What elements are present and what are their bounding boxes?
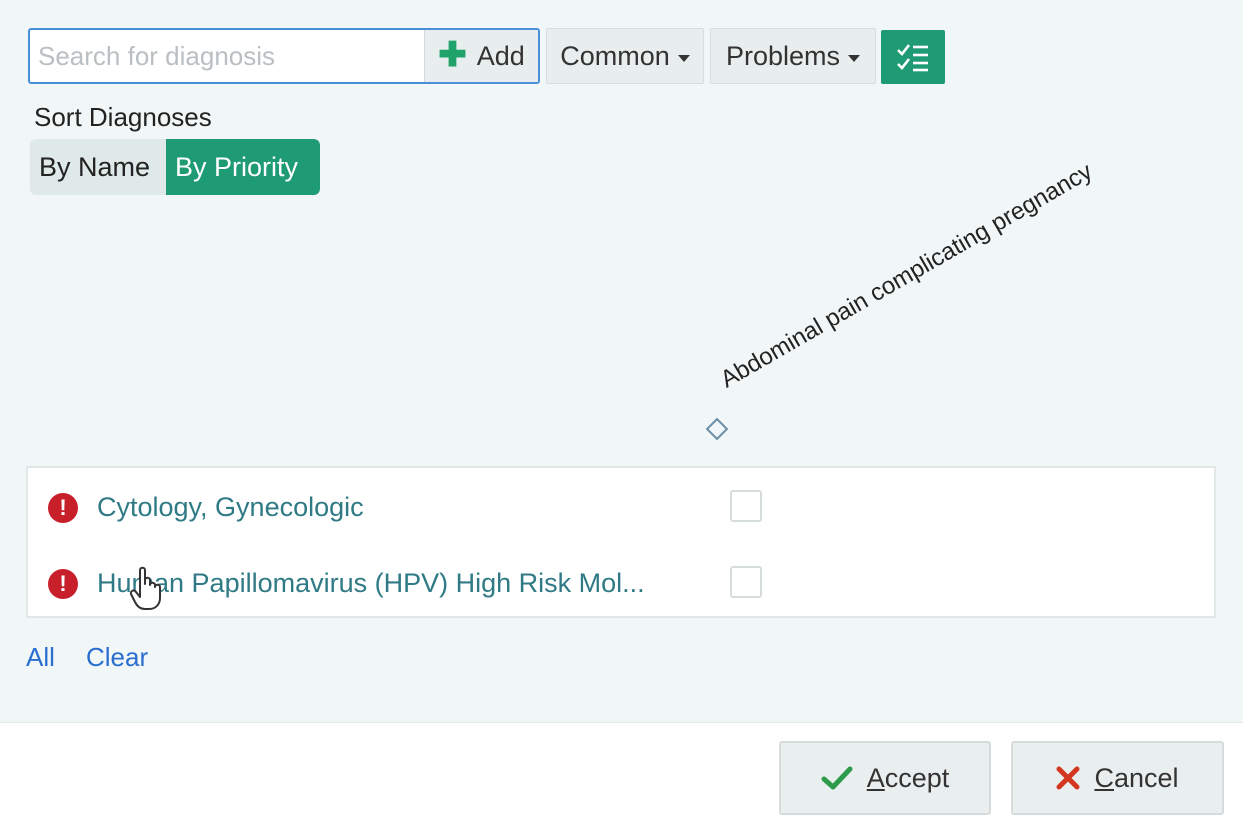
accept-button[interactable]: Accept bbox=[779, 741, 991, 815]
caret-down-icon bbox=[848, 54, 861, 62]
sort-by-name-button[interactable]: By Name bbox=[30, 139, 166, 195]
diagnosis-checkbox[interactable] bbox=[730, 490, 762, 522]
table-row: ! Cytology, Gynecologic bbox=[48, 488, 1198, 528]
accept-label: Accept bbox=[867, 763, 950, 794]
close-icon bbox=[1056, 766, 1080, 790]
cancel-label: Cancel bbox=[1094, 763, 1178, 794]
cancel-button[interactable]: Cancel bbox=[1011, 741, 1224, 815]
diamond-icon[interactable] bbox=[705, 417, 729, 441]
diagnosis-search-input[interactable] bbox=[30, 30, 424, 82]
diagnosis-name[interactable]: Human Papillomavirus (HPV) High Risk Mol… bbox=[97, 568, 645, 599]
problems-label: Problems bbox=[725, 40, 841, 71]
diagnosis-table: ! Cytology, Gynecologic ! Human Papillom… bbox=[26, 466, 1216, 618]
accept-hotkey-letter: A bbox=[866, 762, 885, 793]
check-icon bbox=[821, 766, 853, 790]
dialog-footer: Accept Cancel bbox=[0, 722, 1243, 817]
cancel-label-rest: ancel bbox=[1113, 762, 1179, 793]
problems-dropdown[interactable]: Problems bbox=[710, 28, 876, 84]
plus-icon: ✚ bbox=[438, 35, 467, 74]
add-label: Add bbox=[476, 40, 525, 71]
column-header-diagnosis: Abdominal pain complicating pregnancy bbox=[716, 157, 1097, 394]
search-group: ✚ Add bbox=[28, 28, 540, 84]
common-label: Common bbox=[560, 40, 670, 71]
diagnosis-panel: ✚ Add Common Problems Sort Diagnoses By … bbox=[0, 0, 1243, 722]
hand-cursor-icon bbox=[129, 566, 161, 610]
alert-icon: ! bbox=[48, 493, 78, 523]
accept-label-rest: ccept bbox=[884, 762, 950, 793]
checklist-button[interactable] bbox=[881, 30, 945, 84]
alert-icon: ! bbox=[48, 569, 78, 599]
select-all-link[interactable]: All bbox=[26, 642, 55, 673]
diagnosis-name[interactable]: Cytology, Gynecologic bbox=[97, 492, 364, 523]
sort-toggle: By Name By Priority bbox=[30, 139, 320, 195]
sort-by-priority-button[interactable]: By Priority bbox=[166, 139, 320, 195]
table-row: ! Human Papillomavirus (HPV) High Risk M… bbox=[48, 564, 1198, 604]
add-diagnosis-button[interactable]: ✚ Add bbox=[424, 30, 538, 82]
clear-link[interactable]: Clear bbox=[86, 642, 148, 673]
caret-down-icon bbox=[677, 54, 690, 62]
sort-diagnoses-label: Sort Diagnoses bbox=[34, 102, 212, 132]
checklist-icon bbox=[897, 44, 928, 72]
cancel-hotkey-letter: C bbox=[1094, 762, 1114, 793]
common-dropdown[interactable]: Common bbox=[546, 28, 704, 84]
diagnosis-checkbox[interactable] bbox=[730, 566, 762, 598]
